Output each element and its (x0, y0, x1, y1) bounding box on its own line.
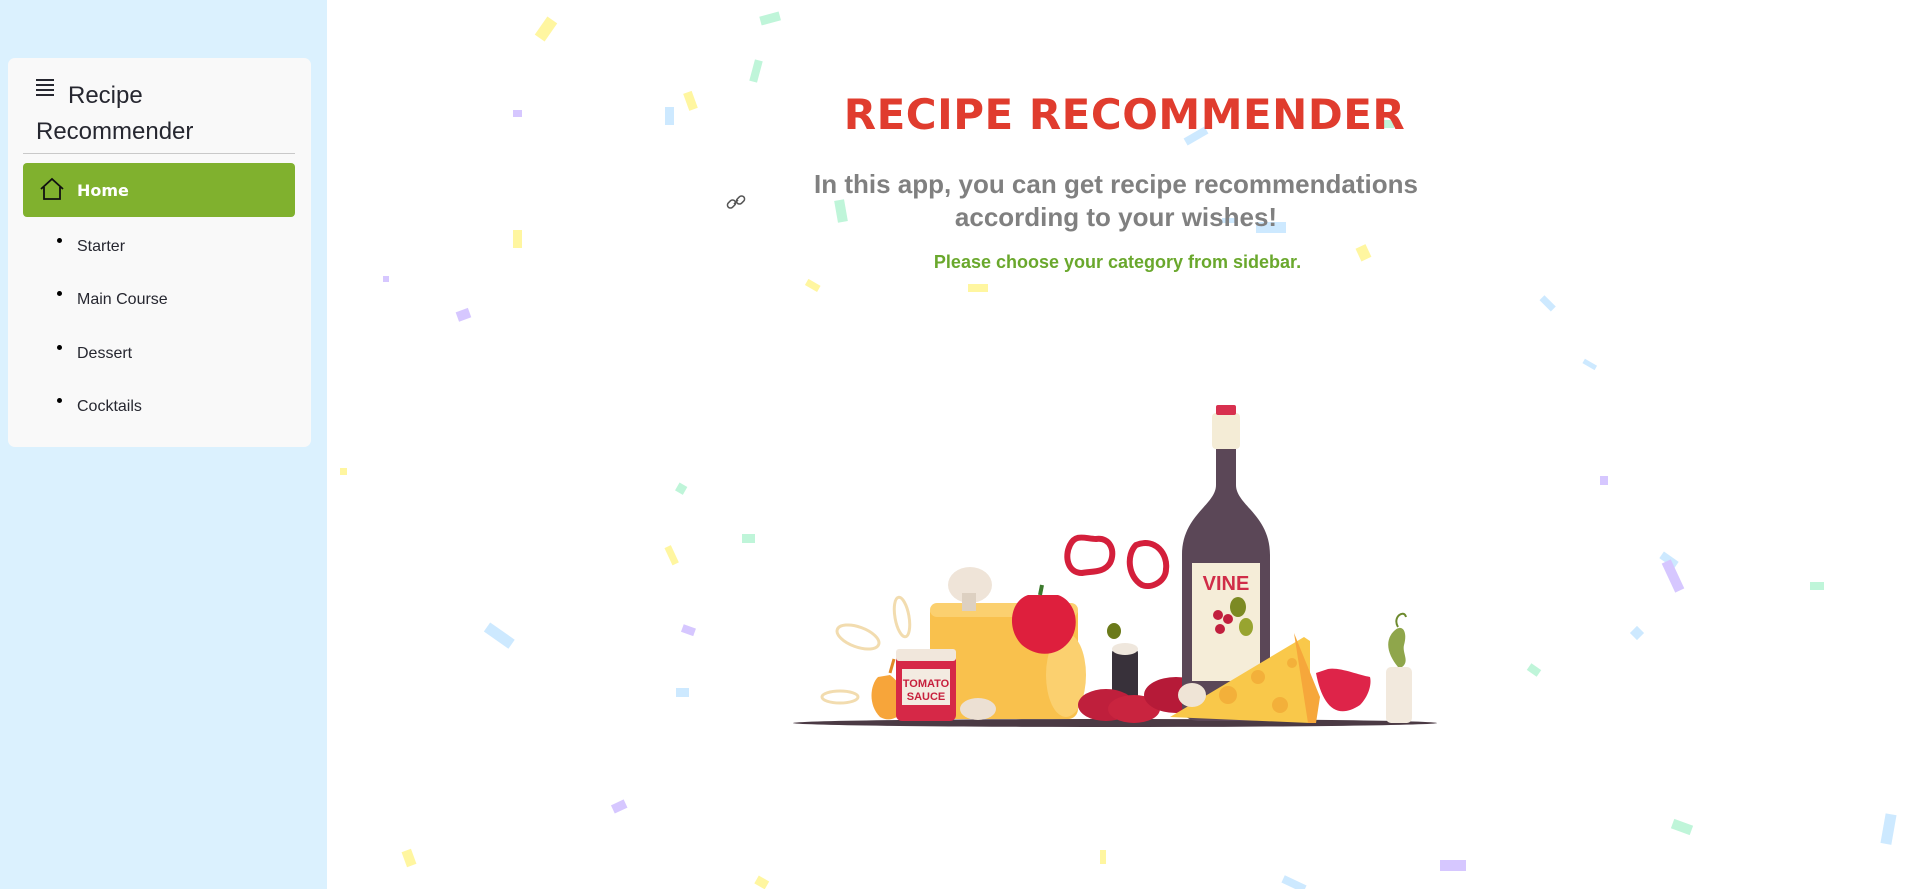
nav-label: Cocktails (77, 398, 142, 415)
house-icon (40, 177, 64, 200)
bullet-icon (57, 238, 62, 243)
page-title: RECIPE RECOMMENDER (843, 90, 1406, 139)
bullet-icon (57, 291, 62, 296)
nav-item-main-course[interactable]: Main Course (23, 279, 295, 319)
nav-label: Dessert (77, 345, 133, 362)
menu-divider (23, 153, 295, 154)
nav-label: Home (77, 181, 129, 200)
nav-menu: Recipe Recommender Home Starter Main Cou… (8, 58, 311, 447)
menu-header: Recipe Recommender (36, 76, 296, 150)
page-subtitle: In this app, you can get recipe recommen… (814, 169, 1418, 232)
jar-label-line-1: TOMATO (903, 678, 950, 690)
page-title-wrapper: RECIPE RECOMMENDER (327, 90, 1908, 139)
nav-item-starter[interactable]: Starter (23, 226, 295, 266)
bottle-label: VINE (1203, 573, 1250, 595)
sidebar: Recipe Recommender Home Starter Main Cou… (0, 0, 327, 889)
nav-item-dessert[interactable]: Dessert (23, 333, 295, 373)
menu-title: Recipe Recommender (36, 82, 194, 145)
jar-label-line-2: SAUCE (907, 691, 946, 703)
link-icon[interactable] (726, 192, 746, 212)
bullet-icon (57, 345, 62, 350)
food-illustration: TOMATO SAUCE VINE (793, 405, 1437, 727)
bullet-icon (57, 398, 62, 403)
nav-item-home[interactable]: Home (23, 163, 295, 217)
nav-label: Main Course (77, 291, 168, 308)
tray-shape (793, 719, 1437, 727)
instruction-note: Please choose your category from sidebar… (933, 252, 1302, 272)
nav-label: Starter (77, 238, 126, 255)
nav-item-cocktails[interactable]: Cocktails (23, 386, 295, 426)
hamburger-icon[interactable] (36, 76, 54, 99)
